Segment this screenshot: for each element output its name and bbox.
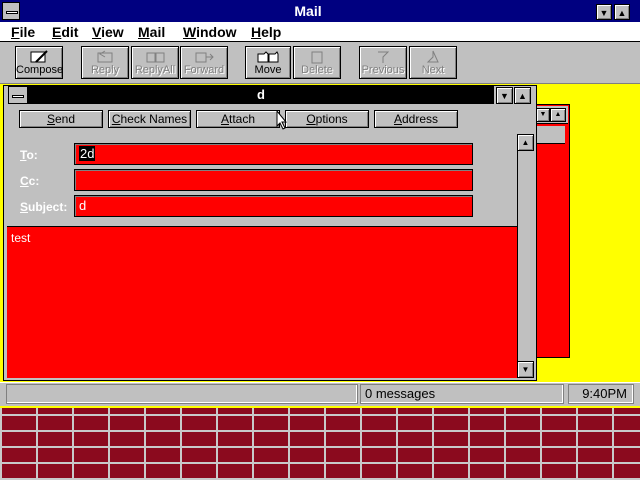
reply-label: Reply — [90, 64, 120, 76]
move-folder-icon — [257, 51, 279, 63]
message-count: 0 messages — [360, 384, 564, 404]
status-panel-empty — [6, 384, 358, 404]
scroll-up-arrow-icon[interactable]: ▲ — [517, 134, 534, 151]
clock: 9:40PM — [568, 384, 634, 404]
forward-button[interactable]: Forward — [180, 46, 228, 79]
reply-button[interactable]: Reply — [81, 46, 129, 79]
reply-all-icon — [146, 52, 165, 63]
system-menu-icon[interactable] — [2, 2, 20, 20]
menu-window[interactable]: Window — [183, 23, 237, 41]
vertical-scrollbar[interactable] — [517, 134, 534, 378]
previous-icon — [378, 51, 390, 63]
to-field[interactable]: 2d — [74, 143, 473, 165]
next-label: Next — [421, 64, 445, 76]
options-button[interactable]: Options — [285, 110, 369, 128]
compose-button[interactable]: Compose — [15, 46, 63, 79]
previous-button[interactable]: Previous — [359, 46, 407, 79]
compose-title: d — [257, 87, 265, 102]
cc-field[interactable] — [74, 169, 473, 191]
menu-edit[interactable]: Edit — [52, 23, 78, 41]
minimize-button[interactable]: ▼ — [596, 4, 612, 20]
check-names-button[interactable]: Check Names — [108, 110, 191, 128]
delete-button[interactable]: Delete — [293, 46, 341, 79]
compose-maximize-button[interactable]: ▲ — [514, 87, 531, 104]
subject-label: Subject: — [20, 200, 68, 214]
send-button[interactable]: Send — [19, 110, 103, 128]
attach-button[interactable]: Attach — [196, 110, 280, 128]
scroll-down-arrow-icon[interactable]: ▼ — [517, 361, 534, 378]
next-button[interactable]: Next — [409, 46, 457, 79]
reply-all-button[interactable]: ReplyAll — [131, 46, 179, 79]
cc-label: Cc: — [20, 174, 40, 188]
window-title: Mail — [294, 3, 322, 19]
to-label: To: — [20, 148, 38, 162]
reply-icon — [97, 50, 113, 63]
inbox-column-header — [537, 126, 565, 144]
menu-help[interactable]: Help — [251, 23, 281, 41]
subject-field[interactable]: d — [74, 195, 473, 217]
compose-label: Compose — [16, 64, 64, 76]
forward-icon — [195, 52, 214, 63]
menu-view[interactable]: View — [92, 23, 124, 41]
compose-minimize-button[interactable]: ▼ — [496, 87, 513, 104]
inbox-minimize-button[interactable]: ▼ — [536, 108, 550, 122]
menu-mail[interactable]: Mail — [138, 23, 165, 41]
menu-file[interactable]: File — [11, 23, 35, 41]
previous-label: Previous — [361, 64, 405, 76]
move-label: Move — [254, 64, 282, 76]
mouse-pointer-icon — [276, 110, 288, 130]
compose-icon — [30, 50, 48, 63]
forward-label: Forward — [183, 64, 225, 76]
to-field-value: 2d — [79, 146, 96, 161]
compose-system-menu-icon[interactable] — [8, 86, 28, 104]
address-button[interactable]: Address — [374, 110, 458, 128]
move-button[interactable]: Move — [245, 46, 291, 79]
delete-label: Delete — [301, 64, 333, 76]
delete-icon — [311, 51, 323, 64]
inbox-maximize-button[interactable]: ▲ — [550, 108, 566, 122]
reply-all-label: ReplyAll — [134, 64, 176, 76]
restore-button[interactable]: ▲ — [614, 4, 630, 20]
message-body[interactable]: test — [7, 226, 517, 378]
next-icon — [426, 50, 439, 63]
